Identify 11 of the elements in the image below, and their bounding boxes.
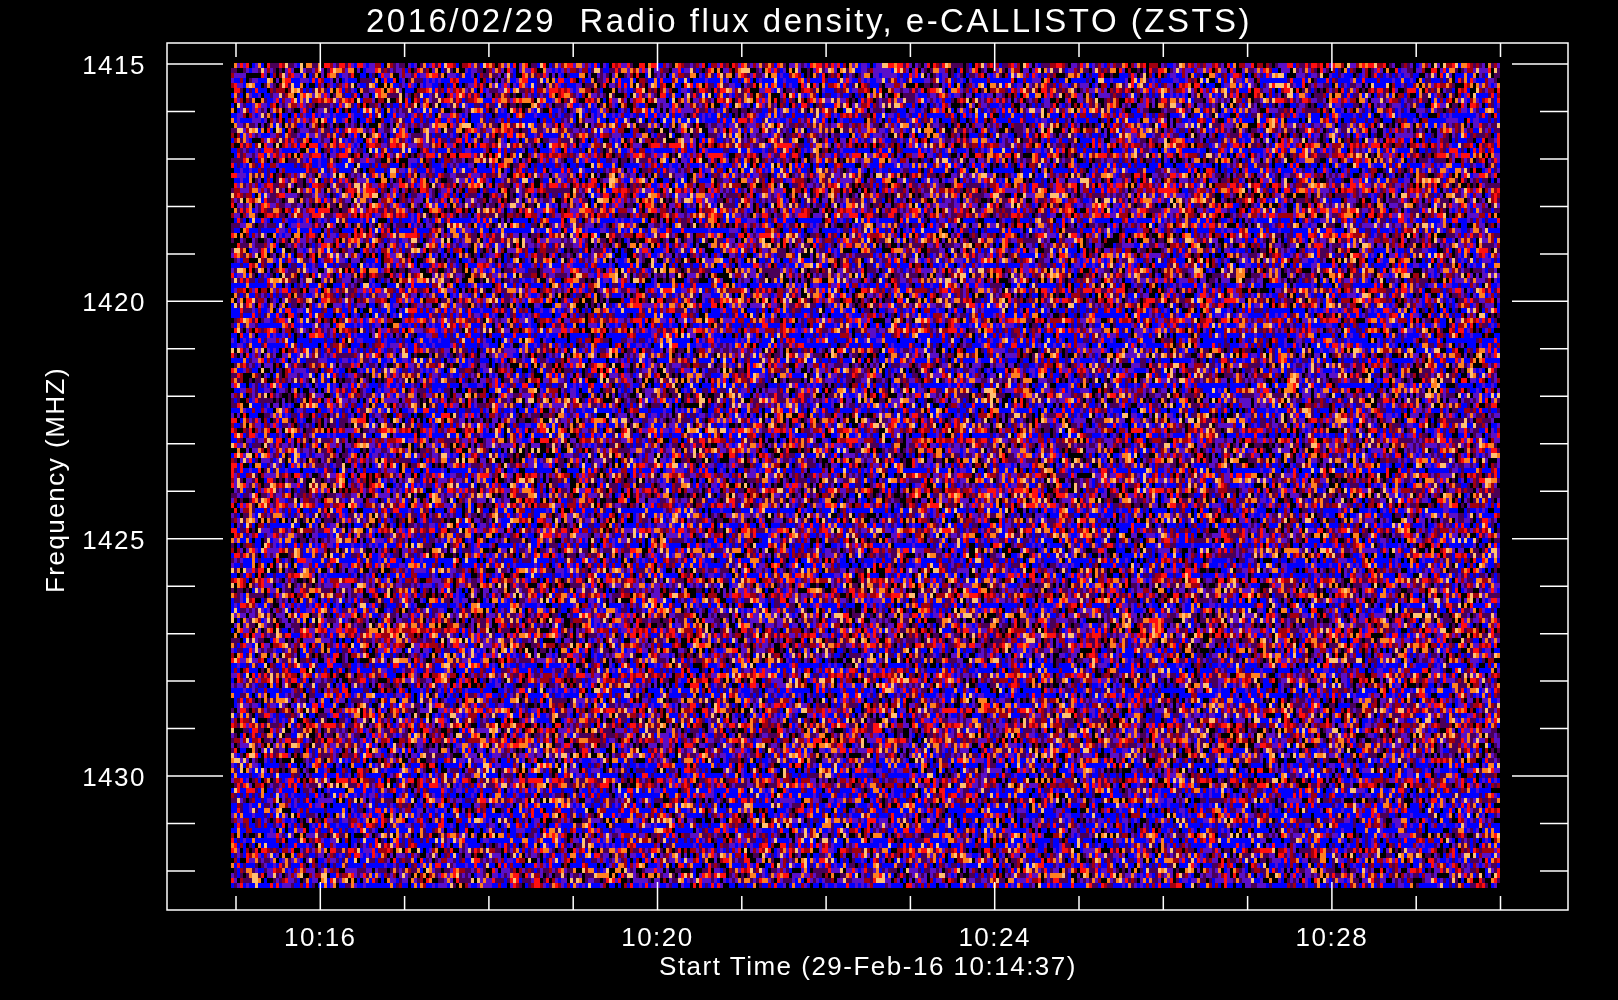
y-tick-label: 1420 (82, 287, 146, 318)
x-tick-label: 10:24 (958, 922, 1031, 952)
chart-title: 2016/02/29 Radio flux density, e-CALLISTO (ZSTS) (365, 2, 1253, 39)
y-tick-label: 1415 (82, 50, 146, 80)
x-axis-label: Start Time (29-Feb-16 10:14:37) (659, 951, 1077, 981)
x-tick-label: 10:20 (621, 922, 694, 952)
x-tick-label: 10:16 (284, 922, 357, 952)
y-axis-label: Frequency (MHZ) (40, 366, 70, 594)
x-tick-label: 10:28 (1295, 922, 1369, 952)
y-tick-label: 1430 (82, 762, 146, 793)
y-tick-label: 1425 (82, 524, 146, 555)
